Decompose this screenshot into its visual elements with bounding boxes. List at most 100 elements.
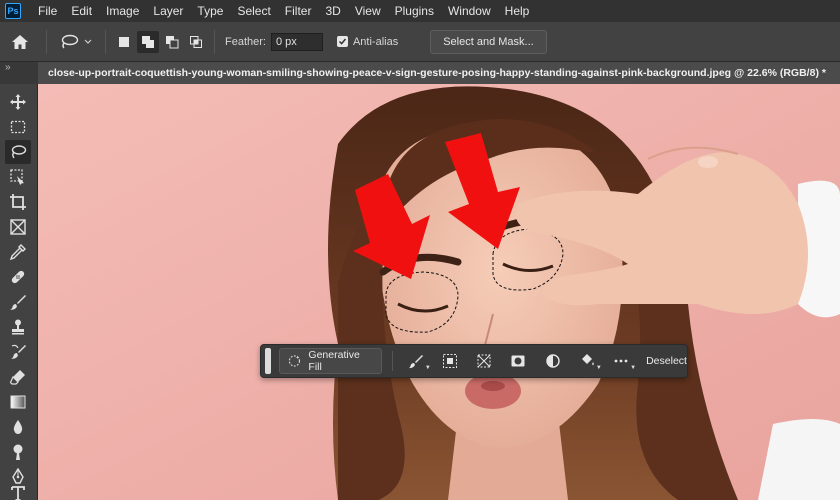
home-icon [12, 34, 28, 49]
eyedropper-tool[interactable] [5, 240, 31, 264]
transform-selection-button[interactable] [473, 349, 495, 373]
menu-file[interactable]: File [31, 0, 64, 22]
separator [214, 29, 215, 54]
modify-selection-icon [408, 355, 423, 369]
subtract-from-selection-button[interactable] [161, 31, 183, 53]
invert-selection-icon [442, 354, 457, 368]
fill-icon [581, 354, 594, 366]
history-brush-icon [11, 344, 26, 359]
tools-panel [0, 84, 38, 500]
menu-filter[interactable]: Filter [278, 0, 319, 22]
deselect-button[interactable]: Deselect [646, 355, 687, 367]
crop-tool[interactable] [5, 190, 31, 214]
menu-window[interactable]: Window [441, 0, 498, 22]
new-selection-icon [119, 36, 129, 47]
document-tab-strip: » close-up-portrait-coquettish-young-wom… [0, 62, 840, 84]
separator [46, 29, 47, 54]
lasso-icon [61, 34, 79, 48]
separator [391, 351, 393, 371]
menu-3d[interactable]: 3D [318, 0, 347, 22]
brush-tool[interactable] [5, 290, 31, 314]
subtract-from-selection-icon [166, 35, 179, 48]
generative-fill-label: Generative Fill [308, 349, 360, 373]
marquee-icon [10, 120, 26, 134]
more-options-button[interactable]: ▼ [610, 349, 636, 373]
transform-selection-icon [477, 354, 491, 368]
more-options-icon [614, 359, 628, 363]
add-to-selection-button[interactable] [137, 30, 159, 53]
options-bar: Feather: 0 px Anti-alias Select and Mask… [0, 22, 840, 62]
menu-layer[interactable]: Layer [146, 0, 190, 22]
lasso-tool[interactable] [5, 140, 31, 164]
history-brush-tool[interactable] [5, 340, 31, 364]
object-selection-tool[interactable] [5, 165, 31, 189]
intersect-selection-icon [190, 35, 202, 48]
marquee-tool[interactable] [5, 115, 31, 139]
eraser-tool[interactable] [5, 365, 31, 389]
menu-plugins[interactable]: Plugins [388, 0, 441, 22]
frame-tool[interactable] [5, 215, 31, 239]
chevron-down-icon: ▼ [424, 365, 431, 371]
anti-alias-label: Anti-alias [352, 35, 399, 48]
healing-brush-tool[interactable] [5, 265, 31, 289]
feather-input[interactable]: 0 px [270, 32, 323, 51]
add-to-selection-icon [142, 35, 154, 48]
menu-help[interactable]: Help [498, 0, 537, 22]
menu-type[interactable]: Type [190, 0, 230, 22]
adjustment-layer-icon [545, 354, 560, 368]
dodge-tool[interactable] [5, 440, 31, 464]
chevron-down-icon: ▼ [630, 365, 637, 371]
lasso-icon [11, 145, 27, 159]
home-button[interactable] [0, 22, 40, 62]
generative-fill-button[interactable]: Generative Fill [278, 348, 382, 374]
invert-selection-button[interactable] [439, 349, 461, 373]
generative-fill-icon [288, 355, 300, 367]
feather-label: Feather: [225, 35, 266, 48]
clone-stamp-tool[interactable] [5, 315, 31, 339]
menu-bar: Ps File Edit Image Layer Type Select Fil… [0, 0, 840, 22]
mask-icon [511, 355, 525, 367]
type-tool[interactable] [5, 486, 31, 500]
droplet-icon [13, 420, 23, 434]
intersect-selection-button[interactable] [185, 31, 207, 53]
checkmark-icon [338, 38, 347, 45]
create-mask-button[interactable] [507, 349, 529, 373]
new-selection-button[interactable] [113, 31, 135, 53]
gradient-tool[interactable] [5, 390, 31, 414]
eyedropper-icon [9, 244, 26, 261]
blur-tool[interactable] [5, 415, 31, 439]
object-selection-icon [10, 169, 24, 185]
frame-icon [10, 219, 26, 235]
chevron-down-icon [84, 39, 92, 44]
fill-selection-button[interactable]: ▼ [576, 349, 602, 373]
move-icon [10, 94, 26, 110]
drag-handle[interactable] [265, 348, 271, 374]
brush-icon [10, 295, 26, 310]
eraser-icon [9, 370, 25, 385]
crop-icon [10, 194, 26, 210]
select-and-mask-button[interactable]: Select and Mask... [430, 29, 547, 54]
stamp-icon [12, 319, 24, 335]
pen-icon [12, 468, 24, 484]
adjustment-layer-button[interactable] [541, 349, 563, 373]
panel-toggle-button[interactable]: » [0, 62, 38, 84]
menu-edit[interactable]: Edit [64, 0, 99, 22]
gradient-icon [10, 395, 26, 409]
photoshop-logo: Ps [5, 3, 21, 19]
bandage-icon [11, 270, 25, 284]
separator [105, 29, 106, 54]
dodge-icon [13, 444, 23, 460]
menu-view[interactable]: View [348, 0, 388, 22]
document-tab[interactable]: close-up-portrait-coquettish-young-woman… [38, 62, 840, 84]
document-canvas[interactable] [38, 84, 840, 500]
modify-selection-button[interactable]: ▼ [405, 349, 431, 373]
contextual-task-bar: Generative Fill ▼ ▼ ▼ Deselect [260, 344, 688, 378]
type-icon [11, 486, 25, 500]
portrait-photo [38, 84, 840, 500]
menu-image[interactable]: Image [99, 0, 146, 22]
tool-preset-picker[interactable] [53, 34, 99, 50]
move-tool[interactable] [5, 90, 31, 114]
chevron-down-icon: ▼ [595, 365, 602, 371]
menu-select[interactable]: Select [230, 0, 277, 22]
anti-alias-checkbox[interactable] [336, 36, 348, 47]
